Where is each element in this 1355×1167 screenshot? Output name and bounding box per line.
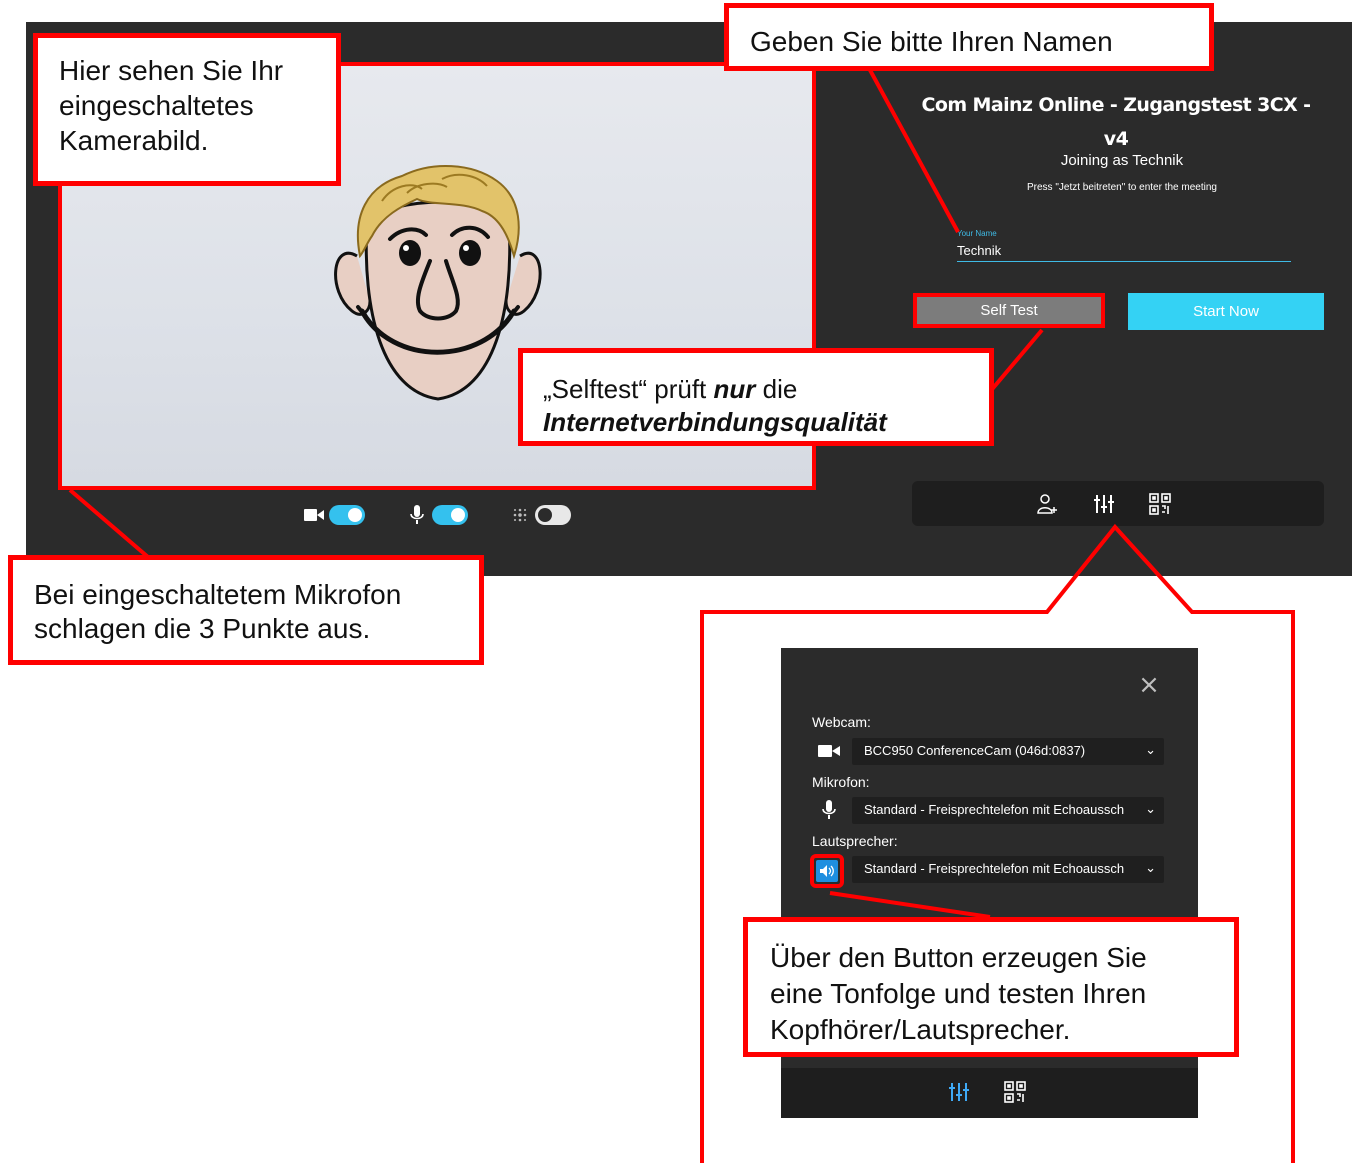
close-icon[interactable]: × [1138,672,1160,698]
microphone-select[interactable]: Standard - Freisprechtelefon mit Echoaus… [852,797,1164,824]
camera-preview-callout: Hier sehen Sie Ihr eingeschaltetes Kamer… [33,33,341,186]
callout-line: Hier sehen Sie Ihr [59,55,284,86]
meeting-title: Com Mainz Online - Zugangstest 3CX - v4 [906,88,1326,156]
microphone-icon [815,797,843,823]
meeting-title-line2: v4 [1103,128,1129,150]
callout-text: „Selftest“ prüft [543,374,707,404]
microphone-icon [406,505,428,525]
microphone-select-value: Standard - Freisprechtelefon mit Echoaus… [864,802,1125,817]
callout-line: schlagen die 3 Punkte aus. [34,613,371,644]
add-person-icon[interactable] [1034,491,1062,517]
sliders-icon[interactable] [1090,491,1118,517]
video-camera-icon [815,738,843,764]
selftest-callout: „Selftest“ prüft nur die Internetverbind… [518,348,994,446]
camera-toggle-group [303,505,365,525]
joining-as-text: Joining as Technik [1060,152,1184,169]
webcam-select-value: BCC950 ConferenceCam (046d:0837) [864,743,1086,758]
blur-toggle-group [509,505,571,525]
microphone-label: Mikrofon: [812,774,870,790]
callout-emphasis: nur [713,374,756,404]
callout-line: eingeschaltetes [59,90,254,121]
callout-line: Bei eingeschaltetem Mikrofon [34,579,402,610]
name-input[interactable] [957,240,1291,262]
qr-code-icon[interactable] [1001,1079,1029,1105]
blur-toggle[interactable] [535,505,571,525]
microphone-callout: Bei eingeschaltetem Mikrofon schlagen di… [8,555,484,665]
speaker-test-button[interactable] [810,854,844,888]
microphone-toggle[interactable] [432,505,468,525]
chevron-down-icon: ⌄ [1145,742,1156,757]
callout-line: eine Tonfolge und testen Ihren [770,978,1147,1009]
webcam-select[interactable]: BCC950 ConferenceCam (046d:0837) ⌄ [852,738,1164,765]
callout-line: Kamerabild. [59,125,209,156]
settings-footer-toolbar [781,1068,1198,1118]
self-test-button[interactable]: Self Test [913,293,1105,328]
speaker-test-callout: Über den Button erzeugen Sie eine Tonfol… [743,917,1239,1057]
speaker-select[interactable]: Standard - Freisprechtelefon mit Echoaus… [852,856,1164,883]
meeting-title-line1: Com Mainz Online - Zugangstest 3CX - [921,94,1312,116]
qr-code-icon[interactable] [1146,491,1174,517]
bottom-toolbar [912,481,1324,526]
microphone-toggle-group [406,505,468,525]
name-field-label: Your Name [957,229,997,238]
camera-toggle[interactable] [329,505,365,525]
chevron-down-icon: ⌄ [1145,801,1156,816]
callout-text: die [762,374,798,404]
callout-line: Kopfhörer/Lautsprecher. [770,1014,1071,1045]
video-camera-icon [303,505,325,525]
callout-line: Über den Button erzeugen Sie [770,942,1147,973]
start-now-button[interactable]: Start Now [1128,293,1324,330]
callout-emphasis: Internetverbindungsqualität [543,407,887,437]
blur-background-icon [509,505,531,525]
sliders-icon[interactable] [945,1079,973,1105]
name-callout: Geben Sie bitte Ihren Namen [724,3,1214,71]
chevron-down-icon: ⌄ [1145,860,1156,875]
speaker-select-value: Standard - Freisprechtelefon mit Echoaus… [864,861,1125,876]
join-instructions: Press "Jetzt beitreten" to enter the mee… [1027,182,1217,193]
speaker-icon [816,860,838,882]
speaker-label: Lautsprecher: [812,833,898,849]
webcam-label: Webcam: [812,714,871,730]
